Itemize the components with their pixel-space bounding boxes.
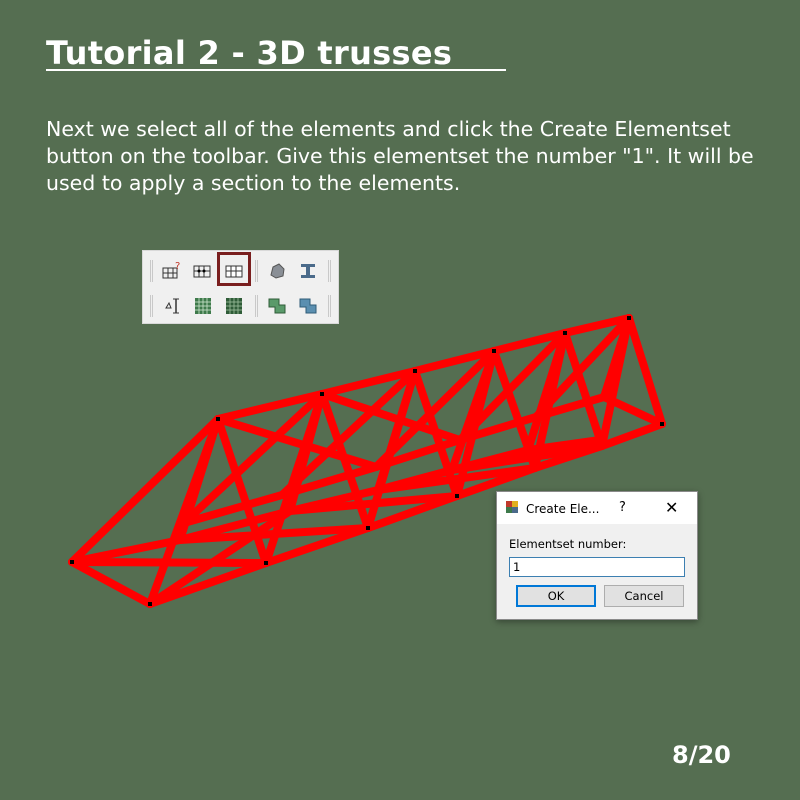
toolbar-separator <box>150 260 153 282</box>
elementset-number-label: Elementset number: <box>509 537 627 551</box>
create-node-button[interactable]: ? <box>159 258 185 284</box>
elementset-number-input[interactable] <box>509 557 685 577</box>
help-button[interactable]: ? <box>619 500 626 515</box>
toolbar-separator <box>255 295 258 317</box>
shape-blue-button[interactable] <box>295 293 321 319</box>
toolbar-separator <box>150 295 153 317</box>
node-grid-icon <box>193 265 211 278</box>
node-grid-button[interactable] <box>189 258 215 284</box>
app-icon <box>506 501 518 513</box>
page-number: 8/20 <box>672 741 731 769</box>
mesh-green-button[interactable] <box>190 293 216 319</box>
rock-shape-button[interactable] <box>264 258 290 284</box>
mesh-dark-icon <box>226 298 242 314</box>
toolbar: ? <box>142 250 339 324</box>
ok-button[interactable]: OK <box>516 585 596 607</box>
mesh-dark-button[interactable] <box>221 293 247 319</box>
svg-text:?: ? <box>175 261 180 272</box>
beam-section-button[interactable] <box>295 258 321 284</box>
cancel-button[interactable]: Cancel <box>604 585 684 607</box>
shape-blue-icon <box>299 298 317 314</box>
dialog-titlebar: Create Ele... ? ✕ <box>497 492 697 524</box>
rock-shape-icon <box>270 263 285 279</box>
dimension-icon <box>165 298 179 314</box>
shape-green-button[interactable] <box>264 293 290 319</box>
shape-green-icon <box>268 298 286 314</box>
create-elementset-button[interactable] <box>221 258 247 284</box>
truss-model <box>68 314 666 608</box>
create-node-icon: ? <box>162 261 180 279</box>
toolbar-separator <box>255 260 258 282</box>
toolbar-separator <box>328 260 331 282</box>
dimension-button[interactable] <box>159 293 185 319</box>
create-elementset-dialog: Create Ele... ? ✕ Elementset number: OK … <box>496 491 698 620</box>
mesh-green-icon <box>195 298 211 314</box>
create-elementset-icon <box>225 265 243 278</box>
beam-section-icon <box>301 264 315 278</box>
toolbar-separator <box>328 295 331 317</box>
close-icon[interactable]: ✕ <box>665 498 678 517</box>
dialog-title: Create Ele... <box>526 502 600 516</box>
